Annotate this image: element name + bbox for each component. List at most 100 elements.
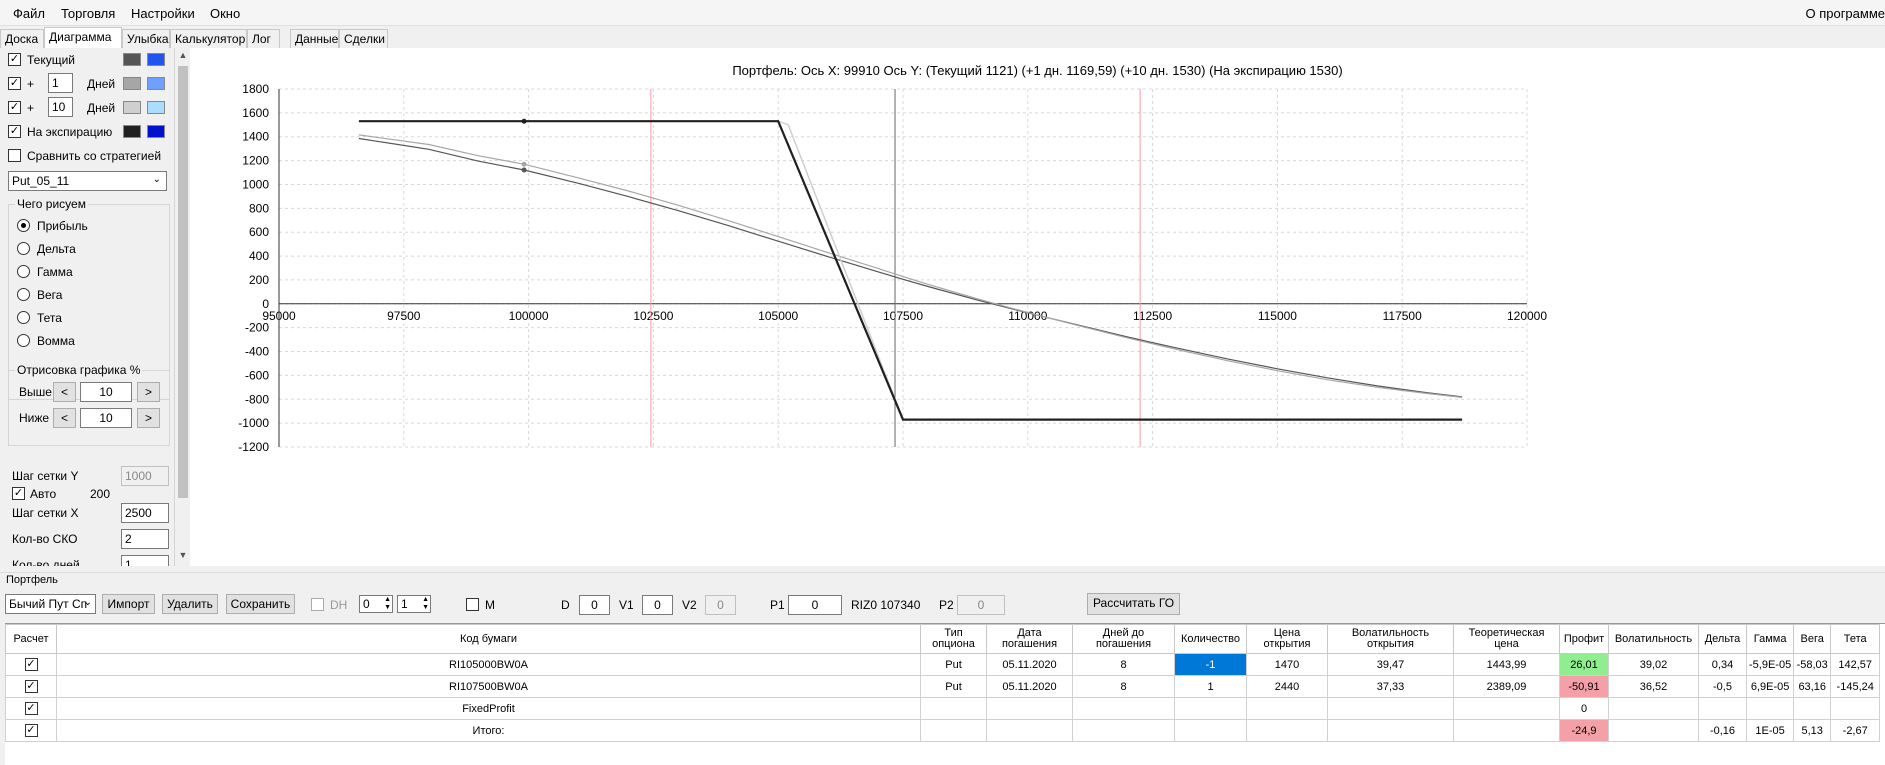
grid-x-input[interactable]: 2500 (121, 503, 169, 523)
plus1-color-swatch[interactable] (123, 77, 141, 90)
column-header[interactable]: Дата погашения (986, 624, 1073, 654)
column-header[interactable]: Теоретическая цена (1453, 624, 1560, 654)
table-cell[interactable]: -58,03 (1793, 653, 1832, 676)
table-cell[interactable] (1745, 697, 1795, 720)
above-decrease-button[interactable]: < (53, 382, 76, 402)
table-cell[interactable]: -5,9E-05 (1745, 653, 1795, 676)
table-cell[interactable]: Put (920, 653, 987, 676)
current-checkbox[interactable]: ✓ (8, 53, 21, 66)
table-cell[interactable] (1608, 697, 1699, 720)
calc-checkbox-cell[interactable]: ✓ (5, 653, 57, 676)
plus1-checkbox[interactable]: ✓ (8, 77, 21, 90)
table-cell[interactable]: -1 (1174, 653, 1247, 676)
table-cell[interactable]: 1443,99 (1453, 653, 1560, 676)
table-cell[interactable] (1608, 719, 1699, 742)
sko-input[interactable]: 2 (121, 529, 169, 549)
expiration-color-swatch[interactable] (123, 125, 141, 138)
p2-input[interactable]: 0 (957, 595, 1005, 615)
delete-button[interactable]: Удалить (162, 594, 218, 614)
table-cell[interactable]: 63,16 (1793, 675, 1832, 698)
below-decrease-button[interactable]: < (53, 408, 76, 428)
expiration-checkbox[interactable]: ✓ (8, 125, 21, 138)
table-row[interactable]: ✓ Итого: -24,9 -0,16 1E-05 5,13 -2,67 (5, 719, 1881, 742)
table-cell[interactable]: 39,02 (1608, 653, 1699, 676)
plus10-color-swatch[interactable] (123, 101, 141, 114)
table-cell[interactable]: RI107500BW0A (56, 675, 921, 698)
table-cell[interactable]: -2,67 (1830, 719, 1881, 742)
table-cell[interactable]: 2389,09 (1453, 675, 1560, 698)
column-header[interactable]: Дней до погашения (1072, 624, 1175, 654)
radio-delta[interactable] (17, 242, 30, 255)
m-checkbox[interactable] (466, 598, 479, 611)
column-header[interactable]: Волатильность открытия (1327, 624, 1454, 654)
tab-log[interactable]: Лог (247, 29, 280, 48)
column-header[interactable]: Дельта (1698, 624, 1747, 654)
auto-checkbox[interactable]: ✓ (12, 487, 25, 500)
column-header[interactable]: Код бумаги (56, 624, 921, 654)
table-cell[interactable]: RI105000BW0A (56, 653, 921, 676)
table-cell[interactable]: -24,9 (1559, 719, 1609, 742)
table-cell[interactable]: 39,47 (1327, 653, 1454, 676)
tab-data[interactable]: Данные (290, 29, 339, 48)
table-cell[interactable]: -50,91 (1559, 675, 1609, 698)
strategy-select[interactable]: Put_05_11 ⌄ (8, 171, 167, 191)
payoff-chart[interactable]: 180016001400120010008006004002000-200-40… (190, 48, 1885, 566)
table-cell[interactable]: 0 (1559, 697, 1609, 720)
table-cell[interactable]: 2440 (1246, 675, 1328, 698)
table-cell[interactable]: 0,34 (1698, 653, 1747, 676)
dh-spin1[interactable]: 0 ▲ ▼ (359, 595, 393, 613)
save-button[interactable]: Сохранить (226, 594, 295, 614)
plus10-checkbox[interactable]: ✓ (8, 101, 21, 114)
plus10-days-input[interactable]: 10 (48, 97, 73, 117)
expiration-color-swatch-2[interactable] (147, 125, 165, 138)
menu-window[interactable]: Окно (210, 6, 240, 21)
v1-input[interactable]: 0 (642, 595, 673, 615)
tab-calculator[interactable]: Калькулятор (170, 29, 247, 48)
tab-diagram[interactable]: Диаграмма (44, 27, 122, 49)
table-cell[interactable]: 1 (1174, 675, 1247, 698)
calculate-margin-button[interactable]: Рассчитать ГО (1087, 593, 1180, 615)
above-increase-button[interactable]: > (137, 382, 160, 402)
scroll-thumb[interactable] (178, 66, 188, 498)
below-input[interactable]: 10 (80, 408, 132, 428)
table-cell[interactable] (1830, 697, 1881, 720)
menu-about[interactable]: О программе (1805, 6, 1885, 21)
table-cell[interactable] (920, 697, 987, 720)
table-cell[interactable] (1698, 697, 1747, 720)
table-cell[interactable]: 05.11.2020 (986, 653, 1073, 676)
table-cell[interactable] (1453, 719, 1560, 742)
table-cell[interactable] (920, 719, 987, 742)
radio-profit[interactable] (17, 219, 30, 232)
below-increase-button[interactable]: > (137, 408, 160, 428)
menu-trading[interactable]: Торговля (61, 6, 115, 21)
table-cell[interactable] (1793, 697, 1832, 720)
column-header[interactable]: Гамма (1745, 624, 1795, 654)
calc-checkbox-cell[interactable]: ✓ (5, 719, 57, 742)
table-cell[interactable]: 05.11.2020 (986, 675, 1073, 698)
table-cell[interactable] (1453, 697, 1560, 720)
calc-checkbox[interactable]: ✓ (24, 680, 38, 693)
table-cell[interactable] (1327, 697, 1454, 720)
table-cell[interactable]: 8 (1072, 653, 1175, 676)
table-cell[interactable]: -0,16 (1698, 719, 1747, 742)
column-header[interactable]: Количество (1174, 624, 1247, 654)
portfolio-strategy-select[interactable]: Бычий Пут Сп ⌄ (5, 594, 96, 614)
plus1-color-swatch-2[interactable] (147, 77, 165, 90)
table-cell[interactable] (1174, 697, 1247, 720)
spin-arrows-icon[interactable]: ▲ ▼ (422, 596, 429, 612)
import-button[interactable]: Импорт (102, 594, 155, 614)
table-cell[interactable]: -0,5 (1698, 675, 1747, 698)
column-header[interactable]: Профит (1559, 624, 1609, 654)
v2-input[interactable]: 0 (705, 595, 736, 615)
table-cell[interactable]: 5,13 (1793, 719, 1832, 742)
radio-gamma[interactable] (17, 265, 30, 278)
plus1-days-input[interactable]: 1 (48, 73, 73, 93)
current-color-swatch-2[interactable] (147, 53, 165, 66)
table-cell[interactable]: 26,01 (1559, 653, 1609, 676)
column-header[interactable]: Цена открытия (1246, 624, 1328, 654)
scroll-down-icon[interactable]: ▼ (176, 550, 190, 564)
table-cell[interactable]: 1E-05 (1745, 719, 1795, 742)
table-cell[interactable] (1246, 719, 1328, 742)
table-cell[interactable] (1072, 719, 1175, 742)
calc-checkbox-cell[interactable]: ✓ (5, 697, 57, 720)
